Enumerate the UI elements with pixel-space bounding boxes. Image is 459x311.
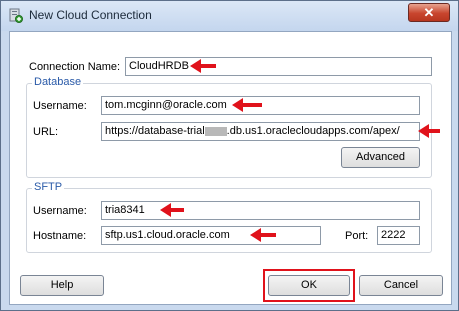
annotation-arrow — [190, 59, 216, 73]
url-prefix: https://database-trial — [105, 125, 205, 137]
database-group-title: Database — [32, 76, 84, 88]
close-button[interactable]: ✕ — [408, 3, 450, 22]
ok-button[interactable]: OK — [268, 275, 350, 296]
annotation-arrow — [160, 203, 184, 217]
close-icon: ✕ — [423, 5, 435, 20]
annotation-arrow — [250, 228, 276, 242]
sftp-username-label: Username: — [33, 205, 87, 217]
dialog-window: New Cloud Connection ✕ Connection Name: … — [0, 0, 459, 311]
sftp-port-field[interactable]: 2222 — [377, 226, 420, 245]
connection-name-field[interactable]: CloudHRDB — [125, 57, 432, 76]
dialog-title: New Cloud Connection — [29, 8, 152, 22]
database-url-field[interactable]: https://database-trial .db.us1.oracleclou… — [101, 122, 420, 141]
database-url-label: URL: — [33, 126, 59, 138]
help-button[interactable]: Help — [20, 275, 104, 296]
cancel-button[interactable]: Cancel — [359, 275, 443, 296]
annotation-arrow — [418, 124, 440, 138]
title-bar[interactable]: New Cloud Connection ✕ — [1, 1, 458, 31]
url-suffix: .db.us1.oraclecloudapps.com/apex/ — [226, 125, 400, 137]
dialog-content: Connection Name: CloudHRDB Database User… — [9, 31, 452, 305]
advanced-button[interactable]: Advanced — [341, 147, 420, 168]
sftp-hostname-field[interactable]: sftp.us1.cloud.oracle.com — [101, 226, 321, 245]
connection-name-label: Connection Name: — [29, 61, 121, 73]
cloud-connection-icon — [9, 8, 23, 23]
sftp-hostname-label: Hostname: — [33, 230, 87, 242]
database-username-label: Username: — [33, 100, 87, 112]
annotation-arrow — [232, 98, 262, 112]
redacted-text — [204, 126, 227, 136]
sftp-username-field[interactable]: tria8341 — [101, 201, 420, 220]
sftp-port-label: Port: — [345, 230, 369, 242]
sftp-group-title: SFTP — [32, 181, 65, 193]
